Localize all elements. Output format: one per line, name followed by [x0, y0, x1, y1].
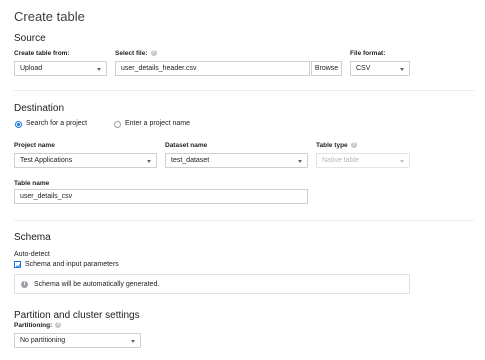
- help-icon[interactable]: ?: [150, 50, 157, 57]
- dataset-name-label: Dataset name: [165, 142, 208, 149]
- partition-heading: Partition and cluster settings: [14, 310, 140, 321]
- chevron-down-icon: [400, 159, 404, 163]
- table-name-field[interactable]: user_details_csv: [14, 189, 308, 204]
- table-type-value: Native table: [322, 157, 359, 164]
- schema-info-text: Schema will be automatically generated.: [34, 280, 160, 288]
- chevron-down-icon: [400, 67, 404, 71]
- file-name-field[interactable]: user_details_header.csv: [115, 61, 310, 76]
- schema-heading: Schema: [14, 232, 51, 243]
- section-divider: [14, 220, 474, 221]
- project-name-select[interactable]: Test Applications: [14, 153, 157, 168]
- browse-button[interactable]: Browse: [311, 61, 342, 76]
- project-name-label: Project name: [14, 142, 55, 149]
- auto-detect-label: Auto-detect: [14, 251, 50, 258]
- radio-search-project[interactable]: [15, 121, 22, 128]
- chevron-down-icon: [97, 67, 101, 71]
- partitioning-label: Partitioning:?: [14, 322, 62, 329]
- radio-search-project-label[interactable]: Search for a project: [26, 120, 87, 127]
- create-table-from-label: Create table from:: [14, 50, 70, 57]
- partitioning-value: No partitioning: [20, 337, 66, 344]
- partitioning-select[interactable]: No partitioning: [14, 333, 141, 348]
- project-name-value: Test Applications: [20, 157, 73, 164]
- table-type-label-text: Table type: [316, 142, 348, 149]
- table-name-label: Table name: [14, 180, 50, 187]
- file-format-label: File format:: [350, 50, 386, 57]
- dataset-name-value: test_dataset: [171, 157, 210, 164]
- section-divider: [14, 90, 474, 91]
- checkmark-icon: [15, 263, 22, 268]
- select-file-label-text: Select file:: [115, 50, 148, 57]
- file-format-value: CSV: [356, 65, 371, 72]
- table-type-label: Table type?: [316, 142, 357, 149]
- create-table-from-value: Upload: [20, 65, 43, 72]
- create-table-from-select[interactable]: Upload: [14, 61, 107, 76]
- destination-heading: Destination: [14, 103, 65, 114]
- help-icon[interactable]: ?: [350, 142, 357, 149]
- table-type-select: Native table: [316, 153, 410, 168]
- chevron-down-icon: [147, 159, 151, 163]
- radio-enter-project-label[interactable]: Enter a project name: [125, 120, 190, 127]
- file-format-select[interactable]: CSV: [350, 61, 410, 76]
- partitioning-label-text: Partitioning:: [14, 322, 53, 329]
- page-title: Create table: [14, 9, 85, 24]
- radio-enter-project[interactable]: [114, 121, 121, 128]
- select-file-label: Select file:?: [115, 50, 157, 57]
- auto-detect-checkbox[interactable]: [14, 261, 22, 268]
- chevron-down-icon: [131, 339, 135, 343]
- source-heading: Source: [14, 33, 46, 44]
- help-icon[interactable]: ?: [55, 322, 62, 329]
- chevron-down-icon: [298, 159, 302, 163]
- auto-detect-checkbox-label[interactable]: Schema and input parameters: [25, 261, 119, 268]
- schema-info-banner: i Schema will be automatically generated…: [14, 274, 410, 294]
- dataset-name-select[interactable]: test_dataset: [165, 153, 308, 168]
- info-icon: i: [21, 280, 28, 288]
